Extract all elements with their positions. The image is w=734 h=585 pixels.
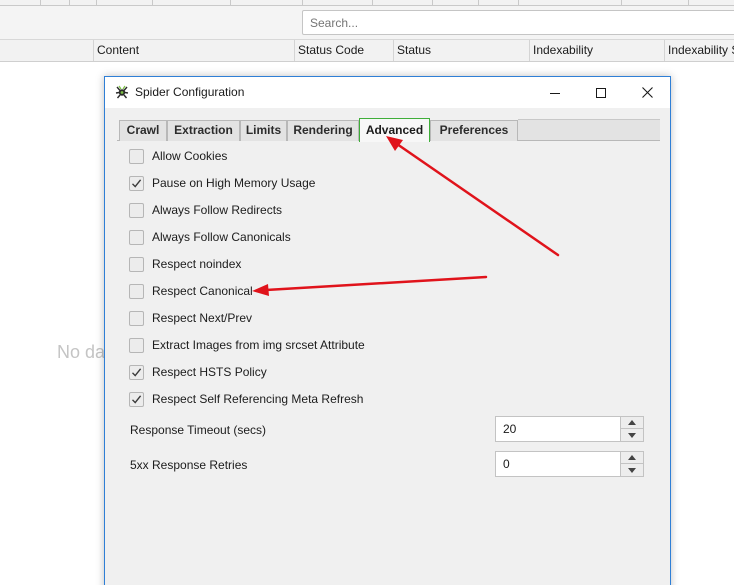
response-retries-decrement[interactable] — [620, 464, 643, 476]
spider-app-icon — [115, 85, 129, 99]
no-data-message: No da — [57, 342, 106, 362]
option-respect-noindex-checkbox[interactable] — [129, 256, 144, 272]
option-respect-canonical-label: Respect Canonical — [152, 284, 253, 298]
tab-rendering[interactable]: Rendering — [287, 120, 359, 141]
option-respect-noindex[interactable]: Respect noindex — [129, 254, 241, 274]
option-respect-canonical[interactable]: Respect Canonical — [129, 281, 253, 301]
option-respect-canonical-checkbox[interactable] — [129, 283, 144, 299]
checkmark-icon — [131, 394, 142, 404]
option-extract-images-from-img-srcset-attribute-label: Extract Images from img srcset Attribute — [152, 338, 365, 352]
dialog-titlebar[interactable]: Spider Configuration — [105, 77, 670, 108]
option-always-follow-canonicals-checkbox[interactable] — [129, 229, 144, 245]
option-extract-images-from-img-srcset-attribute-checkbox[interactable] — [129, 337, 144, 353]
column-header-status[interactable]: Status — [393, 40, 529, 61]
option-extract-images-from-img-srcset-attribute[interactable]: Extract Images from img srcset Attribute — [129, 335, 365, 355]
option-respect-hsts-policy[interactable]: Respect HSTS Policy — [129, 362, 267, 382]
column-header-indexability-status[interactable]: Indexability S — [664, 40, 734, 61]
option-always-follow-redirects[interactable]: Always Follow Redirects — [129, 200, 282, 220]
option-pause-on-high-memory-usage[interactable]: Pause on High Memory Usage — [129, 173, 315, 193]
response-timeout-spinner — [495, 416, 644, 442]
option-respect-self-referencing-meta-refresh-label: Respect Self Referencing Meta Refresh — [152, 392, 364, 406]
tab-crawl[interactable]: Crawl — [119, 120, 167, 141]
option-respect-next-prev-checkbox[interactable] — [129, 310, 144, 326]
minimize-icon — [550, 92, 560, 94]
tab-extraction[interactable]: Extraction — [167, 120, 240, 141]
background-table-header: Content Status Code Status Indexability … — [0, 40, 734, 62]
option-respect-self-referencing-meta-refresh[interactable]: Respect Self Referencing Meta Refresh — [129, 389, 363, 409]
tab-bar-fill — [518, 119, 660, 140]
option-allow-cookies[interactable]: Allow Cookies — [129, 146, 227, 166]
maximize-button[interactable] — [578, 77, 624, 108]
option-always-follow-redirects-label: Always Follow Redirects — [152, 203, 283, 217]
background-search-input[interactable] — [302, 10, 734, 35]
background-search-row — [0, 6, 734, 40]
option-pause-on-high-memory-usage-label: Pause on High Memory Usage — [152, 176, 316, 190]
option-respect-self-referencing-meta-refresh-checkbox[interactable] — [129, 391, 144, 407]
option-respect-noindex-label: Respect noindex — [152, 257, 242, 271]
option-allow-cookies-checkbox[interactable] — [129, 148, 144, 164]
response-timeout-increment[interactable] — [620, 417, 643, 429]
maximize-icon — [596, 87, 606, 98]
spin-down-icon — [628, 432, 636, 438]
spin-up-icon — [628, 420, 636, 425]
option-respect-next-prev[interactable]: Respect Next/Prev — [129, 308, 252, 328]
spider-configuration-dialog: Spider Configuration Crawl Extraction Li… — [104, 76, 671, 585]
spin-up-icon — [628, 455, 636, 460]
tab-advanced[interactable]: Advanced — [359, 118, 430, 142]
option-allow-cookies-label: Allow Cookies — [152, 149, 228, 163]
close-icon — [641, 87, 653, 98]
column-header-content[interactable]: Content — [93, 40, 294, 61]
config-tab-bar: Crawl Extraction Limits Rendering Advanc… — [117, 118, 660, 142]
response-timeout-decrement[interactable] — [620, 429, 643, 441]
option-respect-next-prev-label: Respect Next/Prev — [152, 311, 253, 325]
response-timeout-input[interactable] — [496, 417, 620, 441]
option-always-follow-redirects-checkbox[interactable] — [129, 202, 144, 218]
spin-down-icon — [628, 467, 636, 473]
option-respect-hsts-policy-checkbox[interactable] — [129, 364, 144, 380]
checkmark-icon — [131, 367, 142, 377]
column-header-status-code[interactable]: Status Code — [294, 40, 393, 61]
response-timeout-label: Response Timeout (secs) — [130, 423, 267, 437]
column-header-indexability[interactable]: Indexability — [529, 40, 664, 61]
checkmark-icon — [131, 178, 142, 188]
option-always-follow-canonicals-label: Always Follow Canonicals — [152, 230, 291, 244]
response-retries-input[interactable] — [496, 452, 620, 476]
option-pause-on-high-memory-usage-checkbox[interactable] — [129, 175, 144, 191]
option-respect-hsts-policy-label: Respect HSTS Policy — [152, 365, 267, 379]
dialog-title: Spider Configuration — [135, 85, 245, 99]
response-retries-increment[interactable] — [620, 452, 643, 464]
response-retries-spinner — [495, 451, 644, 477]
close-button[interactable] — [624, 77, 670, 108]
tab-limits[interactable]: Limits — [240, 120, 287, 141]
option-always-follow-canonicals[interactable]: Always Follow Canonicals — [129, 227, 291, 247]
tab-preferences[interactable]: Preferences — [430, 120, 518, 141]
minimize-button[interactable] — [532, 77, 578, 108]
response-retries-label: 5xx Response Retries — [130, 458, 248, 472]
